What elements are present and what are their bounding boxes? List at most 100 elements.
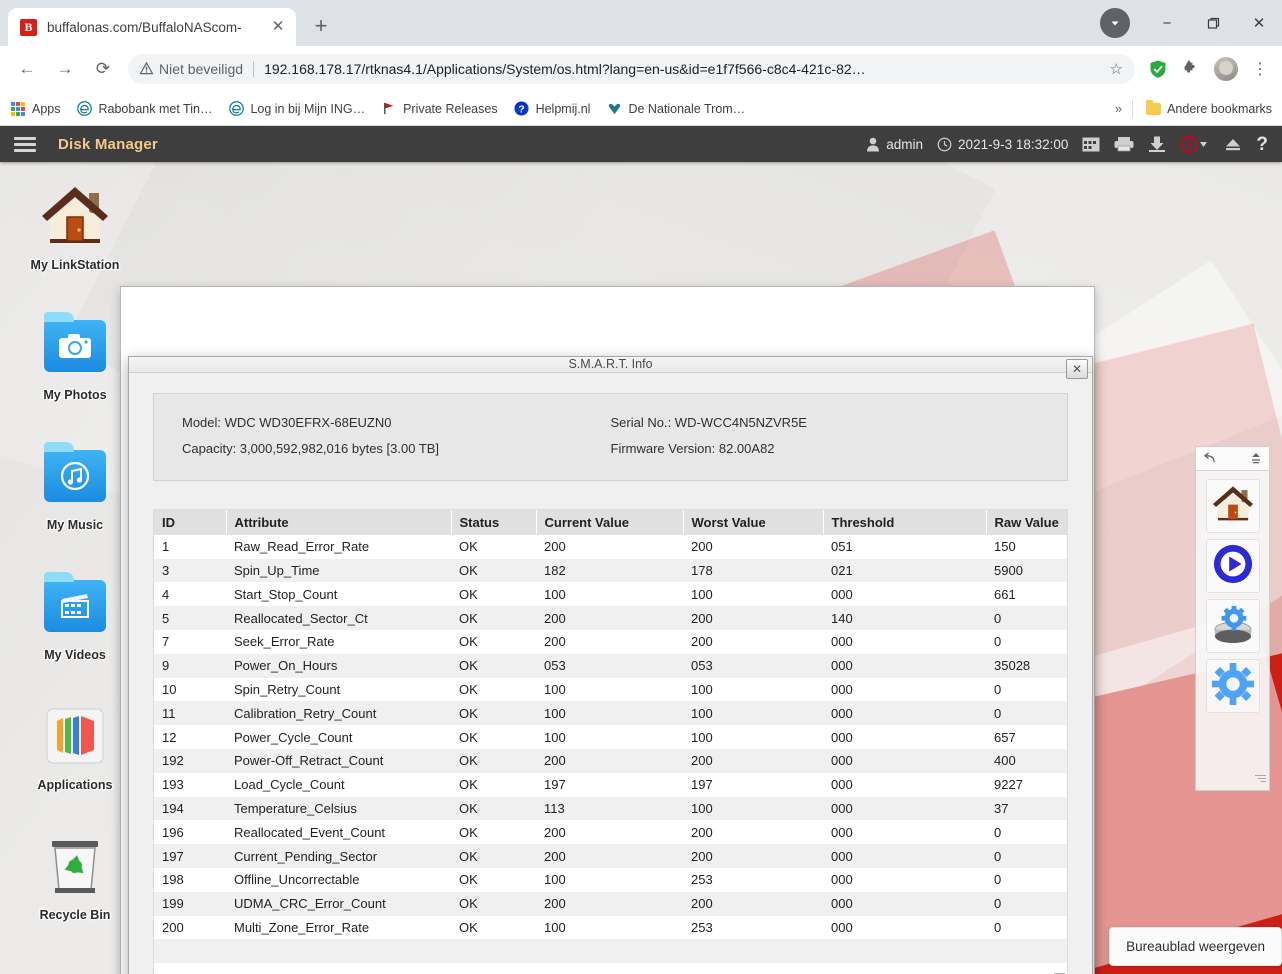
question-circle-icon: ? (514, 101, 530, 117)
drive-model: Model: WDC WD30EFRX-68EUZN0 (182, 414, 392, 430)
column-header-current-value[interactable]: Current Value (536, 509, 684, 535)
cell-current-value: 200 (544, 610, 566, 626)
extensions-puzzle-icon[interactable] (1182, 59, 1199, 80)
cell-id: 197 (162, 848, 184, 864)
close-window-button[interactable]: ✕ (1236, 0, 1282, 46)
dock-item-disk-manager[interactable] (1205, 599, 1260, 653)
cell-current-value: 100 (544, 872, 566, 888)
table-row[interactable]: 9 Power_On_Hours OK 053 053 000 35028 (154, 653, 1067, 678)
bookmark-nationale-trom[interactable]: De Nationale Trom… (606, 101, 745, 117)
cell-threshold: 021 (831, 563, 853, 579)
cell-threshold: 000 (831, 682, 853, 698)
dock-item-home[interactable] (1205, 479, 1260, 533)
undo-arrow-icon[interactable] (1203, 451, 1216, 466)
close-icon[interactable]: ✕ (1066, 359, 1088, 379)
bookmark-private-releases[interactable]: Private Releases (381, 101, 498, 117)
settings-gear-icon (1211, 662, 1254, 710)
bookmark-label: Log in bij Mijn ING… (250, 101, 366, 116)
collapse-up-icon[interactable] (1250, 452, 1262, 466)
cell-empty (536, 939, 683, 963)
hamburger-menu-icon[interactable] (14, 134, 36, 155)
table-row[interactable]: 193 Load_Cycle_Count OK 197 197 000 9227 (154, 772, 1067, 797)
adblock-shield-icon[interactable] (1148, 59, 1168, 79)
bookmark-rabobank[interactable]: Rabobank met Tin… (77, 101, 212, 117)
table-row[interactable]: 1 Raw_Read_Error_Rate OK 200 200 051 150 (154, 534, 1067, 559)
reload-icon[interactable]: ⟳ (87, 53, 119, 85)
bookmark-apps[interactable]: Apps (10, 101, 61, 117)
column-header-id[interactable]: ID (154, 509, 227, 535)
cell-current-value: 053 (544, 658, 566, 674)
column-header-status[interactable]: Status (451, 509, 537, 535)
table-row[interactable]: 5 Reallocated_Sector_Ct OK 200 200 140 0 (154, 606, 1067, 631)
profile-chip-icon[interactable] (1100, 8, 1130, 38)
cell-worst-value: 253 (691, 920, 713, 935)
other-bookmarks-label[interactable]: Andere bookmarks (1167, 102, 1272, 116)
table-row[interactable]: 199 UDMA_CRC_Error_Count OK 200 200 000 0 (154, 891, 1067, 916)
new-tab-button[interactable]: + (306, 12, 336, 42)
back-icon[interactable]: ← (11, 53, 43, 85)
cell-current-value: 182 (544, 563, 566, 579)
dock-item-settings[interactable] (1205, 659, 1260, 713)
info-alert-icon[interactable] (1180, 135, 1210, 153)
cell-raw-value: 0 (994, 896, 1002, 912)
column-header-threshold[interactable]: Threshold (823, 509, 987, 535)
bookmarks-bar: Apps Rabobank met Tin… Log in bij Mijn I… (0, 92, 1282, 126)
clock-icon (937, 137, 952, 152)
bookmarks-overflow-icon[interactable]: » (1115, 101, 1122, 116)
cell-worst-value: 200 (691, 896, 713, 912)
download-icon[interactable] (1148, 136, 1166, 152)
cell-raw-value: 9227 (994, 777, 1023, 793)
close-icon[interactable]: ✕ (268, 17, 288, 37)
forward-icon[interactable]: → (49, 53, 81, 85)
table-row[interactable]: 197 Current_Pending_Sector OK 200 200 000 0 (154, 844, 1067, 869)
desktop-icon-my-linkstation[interactable]: My LinkStation (0, 174, 150, 304)
cell-attribute: Reallocated_Event_Count (234, 824, 386, 840)
table-row[interactable]: 11 Calibration_Retry_Count OK 100 100 000 0 (154, 701, 1067, 726)
table-header-row: ID Attribute Status Current Value Worst … (154, 509, 1067, 535)
cell-id: 5 (162, 610, 170, 626)
cell-threshold: 000 (831, 872, 853, 888)
table-row[interactable]: 198 Offline_Uncorrectable OK 100 253 000 0 (154, 868, 1067, 892)
table-row[interactable]: 194 Temperature_Celsius OK 113 100 000 37 (154, 796, 1067, 821)
cell-empty (823, 963, 986, 974)
browser-tab[interactable]: B buffalonas.com/BuffaloNAScom- ✕ (8, 8, 296, 46)
bookmark-helpmij[interactable]: ? Helpmij.nl (514, 101, 590, 117)
table-row[interactable]: 10 Spin_Retry_Count OK 100 100 000 0 (154, 677, 1067, 702)
table-row[interactable]: 200 Multi_Zone_Error_Rate OK 100 253 000 0 (154, 915, 1067, 940)
dialog-title-bar[interactable]: S.M.A.R.T. Info ✕ (129, 357, 1092, 379)
table-row[interactable]: 196 Reallocated_Event_Count OK 200 200 000 0 (154, 820, 1067, 845)
help-icon[interactable]: ? (1256, 135, 1268, 154)
bookmark-star-icon[interactable]: ☆ (1110, 60, 1123, 78)
dialog-title: S.M.A.R.T. Info (568, 357, 653, 372)
printer-icon[interactable] (1114, 136, 1134, 152)
maximize-button[interactable] (1190, 0, 1236, 46)
cell-id: 194 (162, 801, 184, 817)
table-row[interactable]: 3 Spin_Up_Time OK 182 178 021 5900 (154, 558, 1067, 583)
minimize-button[interactable]: − (1144, 0, 1190, 46)
cell-empty (451, 963, 536, 974)
cell-id: 198 (162, 872, 184, 888)
cell-attribute: Temperature_Celsius (234, 801, 357, 817)
dock-resize-grip[interactable] (1254, 775, 1266, 787)
cell-id: 10 (162, 682, 177, 698)
cell-threshold: 140 (831, 610, 853, 626)
column-header-attribute[interactable]: Attribute (226, 509, 452, 535)
cell-attribute: Start_Stop_Count (234, 586, 338, 602)
table-row[interactable]: 7 Seek_Error_Rate OK 200 200 000 0 (154, 630, 1067, 654)
chrome-menu-icon[interactable]: ⋮ (1252, 59, 1268, 79)
column-header-raw-value[interactable]: Raw Value (986, 509, 1067, 535)
table-row[interactable]: 12 Power_Cycle_Count OK 100 100 000 657 (154, 725, 1067, 750)
calendar-icon[interactable] (1082, 137, 1100, 152)
address-bar[interactable]: Niet beveiligd 192.168.178.17/rtknas4.1/… (128, 54, 1135, 84)
cell-worst-value: 053 (691, 658, 713, 674)
bookmark-ing[interactable]: Log in bij Mijn ING… (228, 101, 365, 117)
user-menu[interactable]: admin (866, 137, 923, 152)
cell-raw-value: 657 (994, 729, 1016, 745)
table-row[interactable]: 4 Start_Stop_Count OK 100 100 000 661 (154, 582, 1067, 607)
column-header-worst-value[interactable]: Worst Value (683, 509, 824, 535)
eject-icon[interactable] (1224, 137, 1242, 152)
cell-empty (683, 963, 823, 974)
dock-item-media[interactable] (1205, 539, 1260, 593)
avatar[interactable] (1214, 57, 1238, 81)
table-row[interactable]: 192 Power-Off_Retract_Count OK 200 200 000 400 (154, 749, 1067, 773)
